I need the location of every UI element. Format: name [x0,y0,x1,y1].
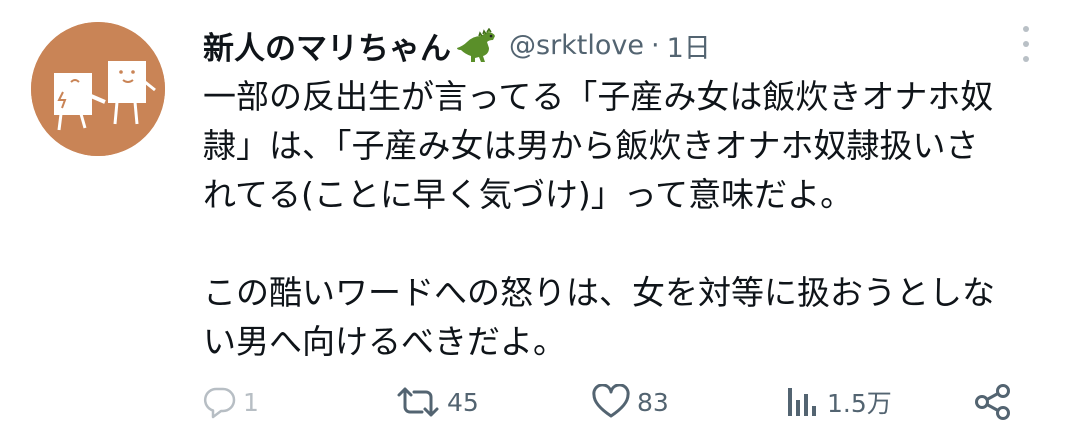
separator-dot: · [651,29,660,61]
reply-count: 1 [243,387,259,417]
reply-button[interactable]: 1 [203,378,259,426]
share-button[interactable] [973,378,1013,426]
timestamp[interactable]: 1日 [667,26,711,65]
tweet-line: い男へ向けるべきだよ。 [203,322,566,361]
retweet-button[interactable]: 45 [395,378,479,426]
retweet-icon [397,387,439,417]
like-button[interactable]: 83 [591,378,669,426]
reply-icon [203,387,236,419]
user-handle[interactable]: @srktlove [509,30,644,61]
like-count: 83 [637,387,669,417]
tweet-header: 新人のマリちゃん @srktlove · 1日 [203,23,1020,68]
display-name[interactable]: 新人のマリちゃん [203,23,451,68]
tweet-line: れてる(ことに早く気づけ)」って意味だよ。 [203,175,854,214]
views-count: 1.5万 [827,389,892,418]
views-button[interactable]: 1.5万 [785,378,892,426]
avatar[interactable] [31,22,165,156]
views-icon [788,388,816,416]
avatar-image [31,22,165,156]
dinosaur-emoji-icon [453,28,499,62]
heart-icon [592,384,630,418]
tweet-line: この酷いワードへの怒りは、女を対等に扱おうとしな [203,273,995,312]
action-bar: 1 45 83 1.5万 [203,378,1033,426]
tweet-line: 一部の反出生が言ってる「子産み女は飯炊きオナホ奴 [203,77,994,116]
retweet-count: 45 [447,387,479,417]
tweet-text: 一部の反出生が言ってる「子産み女は飯炊きオナホ奴 隷」は、「子産み女は男から飯炊き… [203,72,1048,366]
tweet-line: 隷」は、「子産み女は男から飯炊きオナホ奴隷扱いさ [203,126,979,165]
share-icon [975,384,1010,420]
more-icon[interactable] [1016,26,1036,62]
